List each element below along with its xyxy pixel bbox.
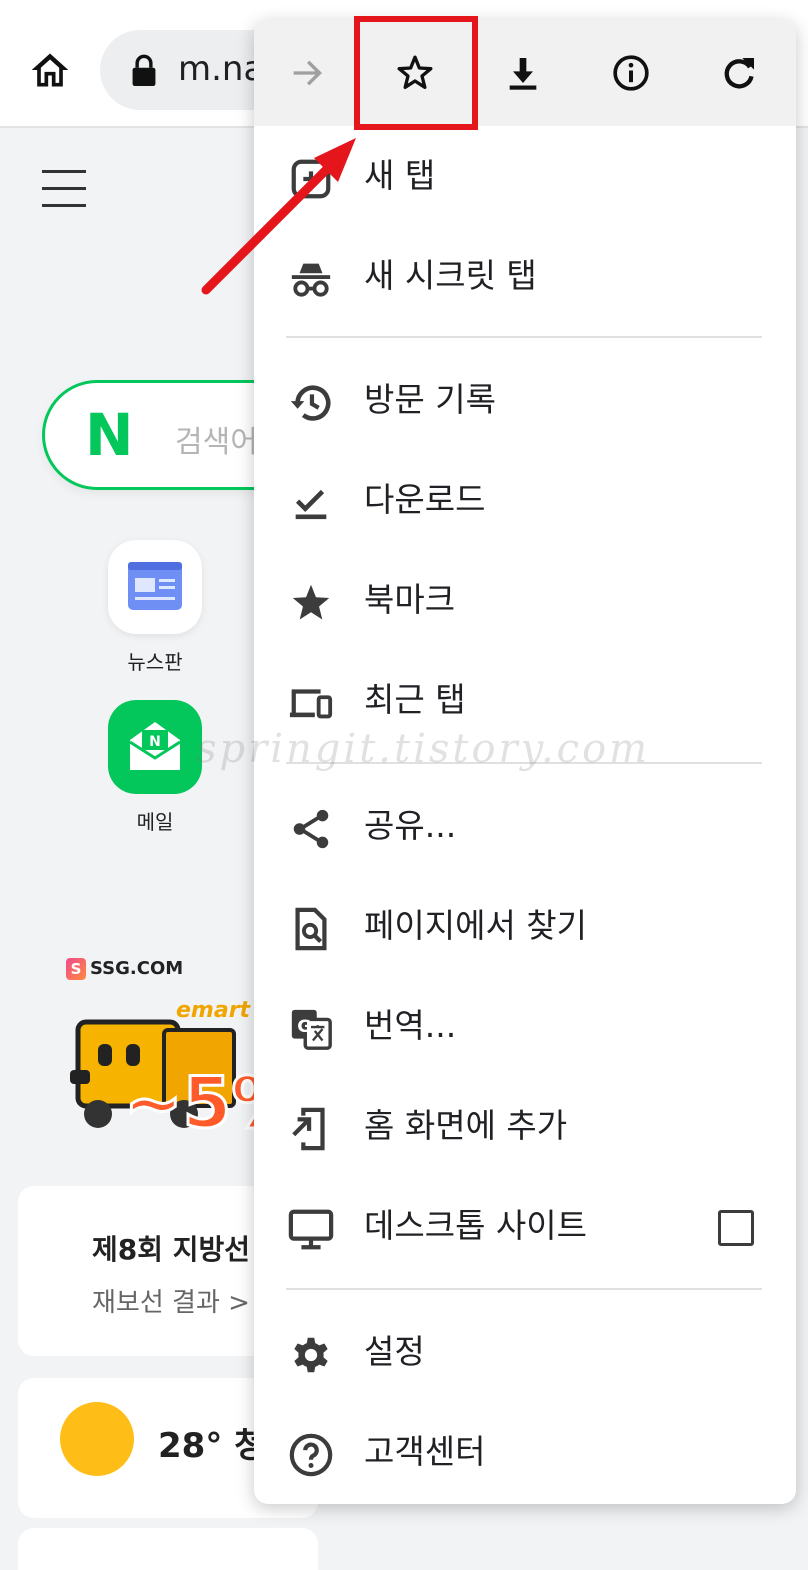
menu-item-find-in-page[interactable]: 페이지에서 찾기	[254, 876, 796, 976]
menu-item-settings[interactable]: 설정	[254, 1302, 796, 1402]
download-icon	[509, 58, 537, 90]
mail-app-label: 메일	[136, 810, 174, 834]
menu-item-label: 방문 기록	[364, 380, 496, 419]
news-app-label: 뉴스판	[127, 650, 183, 674]
ssg-mark: S	[66, 958, 86, 980]
history-icon	[290, 385, 331, 421]
devices-icon	[289, 689, 333, 719]
menu-item-label: 최근 탭	[364, 680, 466, 719]
menu-item-bookmarks[interactable]: 북마크	[254, 550, 796, 650]
menu-item-label: 공유...	[364, 806, 457, 845]
sun-icon	[60, 1402, 134, 1476]
desktop-icon	[288, 1209, 334, 1250]
menu-item-recent-tabs[interactable]: 최근 탭	[254, 650, 796, 750]
browser-overflow-menu: 새 탭 새 시크릿 탭 방문 기록 다운로드 북마크 최근 탭 공유... 페이…	[254, 20, 796, 1504]
menu-item-help[interactable]: 고객센터	[254, 1402, 796, 1502]
desktop-site-checkbox[interactable]	[718, 1210, 754, 1246]
menu-item-translate[interactable]: G 번역...	[254, 976, 796, 1076]
forward-button[interactable]	[280, 46, 334, 100]
menu-item-share[interactable]: 공유...	[254, 776, 796, 876]
arrow-forward-icon	[293, 60, 322, 86]
add-to-home-icon	[292, 1107, 325, 1151]
menu-divider	[286, 762, 762, 764]
refresh-icon	[724, 58, 754, 89]
incognito-icon	[291, 263, 331, 297]
reload-button[interactable]	[712, 46, 766, 100]
election-subtitle[interactable]: 재보선 결과 >	[92, 1282, 250, 1319]
menu-item-label: 홈 화면에 추가	[364, 1106, 568, 1145]
menu-divider	[286, 336, 762, 338]
menu-item-label: 페이지에서 찾기	[364, 906, 588, 945]
search-placeholder: 검색어	[175, 425, 258, 460]
menu-item-label: 새 시크릿 탭	[364, 256, 537, 295]
menu-item-desktop-site[interactable]: 데스크톱 사이트	[254, 1176, 796, 1276]
mail-app-tile[interactable]: N	[108, 700, 202, 794]
menu-item-new-tab[interactable]: 새 탭	[254, 126, 796, 226]
new-tab-icon	[291, 159, 331, 199]
bookmark-highlight-box	[354, 16, 478, 130]
bottom-card	[18, 1528, 318, 1570]
menu-item-label: 데스크톱 사이트	[364, 1206, 588, 1245]
election-title: 제8회 지방선	[92, 1233, 251, 1266]
ssg-brand-text: SSG.COM	[90, 958, 184, 979]
menu-item-history[interactable]: 방문 기록	[254, 350, 796, 450]
home-icon[interactable]	[28, 48, 72, 92]
menu-item-add-to-home[interactable]: 홈 화면에 추가	[254, 1076, 796, 1176]
find-in-page-icon	[295, 907, 327, 951]
ssg-logo[interactable]: S SSG.COM	[66, 958, 183, 980]
help-icon	[289, 1433, 333, 1477]
svg-text:N: N	[149, 734, 161, 750]
menu-item-downloads[interactable]: 다운로드	[254, 450, 796, 550]
info-icon	[613, 55, 649, 91]
menu-item-label: 북마크	[364, 580, 456, 619]
menu-item-new-incognito-tab[interactable]: 새 시크릿 탭	[254, 226, 796, 326]
menu-item-label: 설정	[364, 1332, 425, 1371]
settings-icon	[294, 1337, 328, 1373]
mail-icon: N	[129, 722, 181, 770]
url-text[interactable]: m.na	[178, 49, 264, 89]
menu-item-label: 다운로드	[364, 480, 486, 519]
translate-icon: G	[291, 1009, 332, 1050]
share-icon	[293, 809, 329, 849]
star-filled-icon	[292, 584, 330, 620]
download-button[interactable]	[496, 46, 550, 100]
menu-action-bar	[254, 20, 796, 126]
news-icon	[128, 562, 182, 610]
menu-item-label: 고객센터	[364, 1432, 486, 1471]
weather-text: 28° 청	[158, 1426, 266, 1466]
download-done-icon	[295, 489, 327, 520]
menu-divider	[286, 1288, 762, 1290]
page-info-button[interactable]	[604, 46, 658, 100]
menu-item-label: 번역...	[364, 1006, 457, 1045]
lock-icon	[132, 54, 156, 86]
menu-item-label: 새 탭	[364, 156, 436, 195]
hamburger-menu-icon[interactable]	[42, 170, 86, 210]
news-app-tile[interactable]	[108, 540, 202, 634]
svg-text:G: G	[297, 1017, 311, 1037]
naver-logo: N	[85, 401, 134, 469]
